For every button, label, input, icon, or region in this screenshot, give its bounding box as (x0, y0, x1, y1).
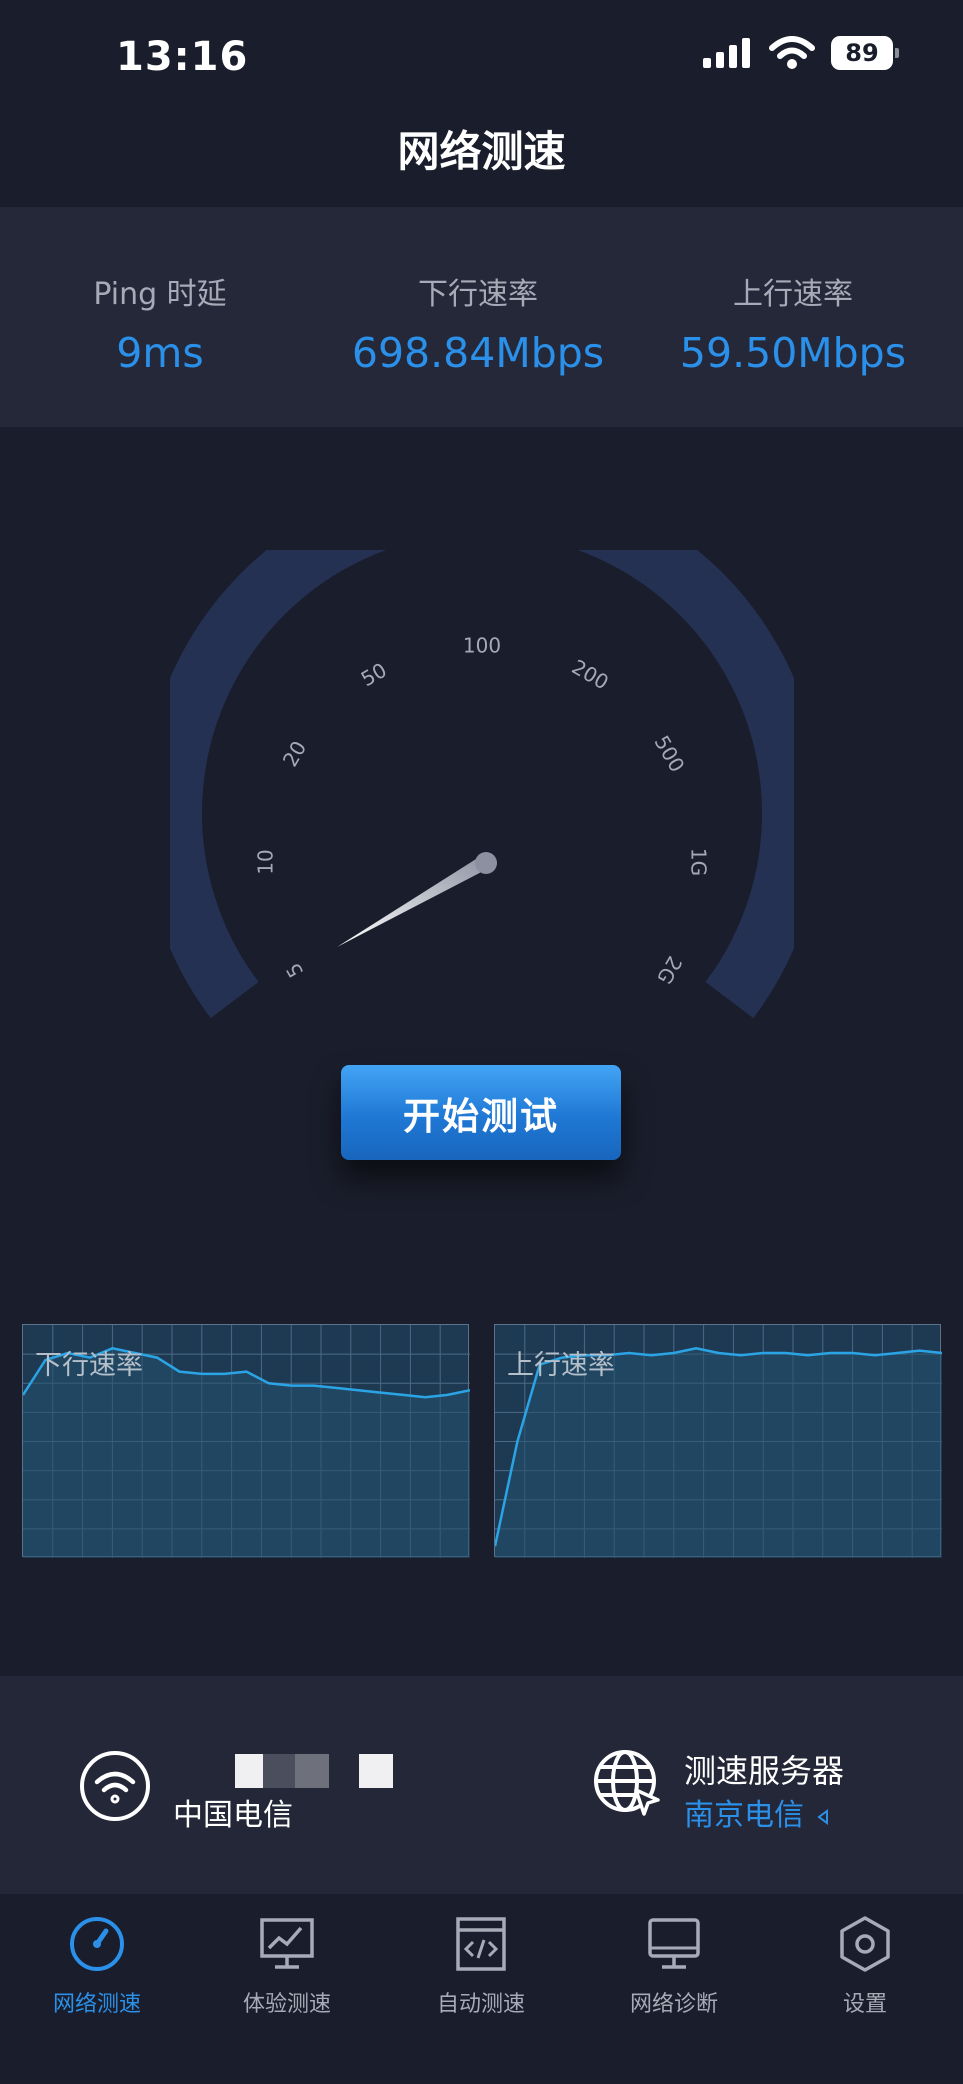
gauge-track (142, 473, 822, 1019)
tab-experience-speed[interactable]: 体验测速 (207, 1914, 367, 2018)
gauge-needle-hub (475, 852, 497, 874)
code-window-icon (456, 1917, 506, 1971)
gauge-svg: 051020501002005001G2G5G (142, 473, 822, 1067)
gauge-tick-label: 10 (254, 849, 278, 874)
gauge-needle (337, 854, 493, 947)
gauge-tick-label: 5 (281, 959, 308, 982)
network-info-panel: 中国电信 测速服务器 南京电信 (0, 1676, 963, 1894)
tab-bar: 网络测速 体验测速 自动测速 网络诊断 设置 (0, 1894, 963, 2084)
tab-label: 体验测速 (242, 1992, 331, 2017)
tab-settings[interactable]: 设置 (785, 1914, 945, 2018)
tab-label: 网络诊断 (629, 1992, 718, 2017)
gauge-tick-label: 100 (463, 634, 501, 658)
server-select[interactable]: 南京电信 (684, 1790, 832, 1834)
tab-network-speed[interactable]: 网络测速 (17, 1914, 177, 2018)
upload-label: 上行速率 (733, 277, 853, 312)
gauge-tick-label: 200 (568, 655, 613, 695)
status-time: 13:16 (116, 34, 249, 80)
wifi-status-icon (80, 1751, 150, 1821)
download-chart: 下行速率 (22, 1324, 470, 1558)
experience-chart-icon (260, 1918, 314, 1969)
download-chart-title: 下行速率 (35, 1350, 143, 1381)
tab-label: 网络测速 (52, 1992, 141, 2017)
tab-label: 设置 (842, 1992, 887, 2017)
page-title: 网络测速 (397, 127, 566, 176)
download-label: 下行速率 (418, 277, 538, 312)
upload-value: 59.50Mbps (679, 329, 907, 377)
select-triangle-icon (816, 1808, 828, 1825)
server-label: 测速服务器 (684, 1752, 845, 1790)
gauge-tick-label: 500 (650, 731, 690, 776)
hexagon-settings-icon (840, 1916, 890, 1972)
speed-gauge: 051020501002005001G2G5G (142, 473, 822, 1067)
tab-label: 自动测速 (436, 1992, 525, 2017)
status-bar: 13:16 89 (0, 0, 963, 110)
start-test-button[interactable]: 开始测试 (341, 1065, 621, 1160)
cellular-signal-icon (703, 38, 750, 68)
battery-indicator: 89 (831, 36, 899, 70)
download-stat: 下行速率 698.84Mbps (330, 269, 626, 377)
monitor-icon (648, 1918, 700, 1969)
speedometer-icon (70, 1917, 124, 1971)
status-icons: 89 (703, 36, 899, 70)
redacted-ssid (173, 1754, 393, 1788)
gauge-tick-label: 2G (652, 952, 687, 988)
upload-chart-title: 上行速率 (507, 1350, 615, 1381)
gauge-tick-label: 20 (278, 737, 312, 771)
gauge-tick-label: 50 (357, 658, 391, 692)
isp-name: 中国电信 (173, 1798, 293, 1833)
gauge-tick-label: 1G (687, 848, 711, 876)
upload-chart: 上行速率 (494, 1324, 942, 1558)
ping-stat: Ping 时延 9ms (80, 269, 240, 377)
tab-auto-speed[interactable]: 自动测速 (401, 1914, 561, 2018)
server-value: 南京电信 (684, 1798, 804, 1833)
globe-cursor-icon (594, 1750, 660, 1816)
upload-stat: 上行速率 59.50Mbps (668, 269, 918, 377)
wifi-icon (769, 36, 815, 69)
download-value: 698.84Mbps (351, 329, 605, 377)
ping-label: Ping 时延 (93, 277, 227, 312)
stats-panel: Ping 时延 9ms 下行速率 698.84Mbps 上行速率 59.50Mb… (0, 207, 963, 427)
ping-value: 9ms (116, 329, 204, 377)
tab-network-diagnosis[interactable]: 网络诊断 (594, 1914, 754, 2018)
